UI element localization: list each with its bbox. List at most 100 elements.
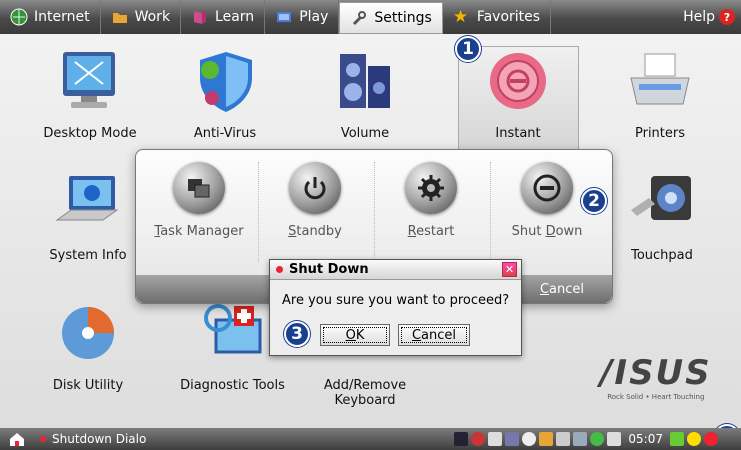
globe-icon: [10, 8, 28, 26]
mnemonic: D: [545, 224, 556, 239]
item-label: Desktop Mode: [43, 126, 137, 141]
button-label: tandby: [296, 224, 342, 239]
disk-utility-item[interactable]: Disk Utility: [38, 300, 138, 393]
item-label: Disk Utility: [52, 378, 124, 393]
usb-icon[interactable]: [607, 432, 622, 446]
item-label-line2: Keyboard: [334, 393, 396, 408]
anti-virus-item[interactable]: Anti-Virus: [170, 48, 280, 141]
updates-icon[interactable]: [539, 432, 554, 446]
power-icon: [289, 162, 341, 214]
tab-work[interactable]: Work: [101, 0, 182, 34]
instant-item[interactable]: Instant: [468, 48, 568, 141]
divider: [490, 162, 491, 262]
cancel-label: ancel: [421, 327, 457, 343]
keyboard-layout-icon[interactable]: [454, 432, 469, 446]
tab-label: Favorites: [476, 9, 541, 25]
task-manager-button[interactable]: Task Manager: [144, 162, 254, 239]
brand-logo-text: /ISUS: [600, 353, 712, 393]
ok-label: K: [355, 327, 365, 343]
app-dot-icon: [40, 436, 46, 442]
tab-label: Internet: [34, 9, 90, 25]
top-tab-bar: Internet Work Learn Play Settings ★ Favo…: [0, 0, 741, 34]
desktop-mode-icon: [63, 52, 115, 108]
button-label: own: [555, 224, 583, 239]
desktop-icon[interactable]: [670, 432, 684, 446]
touchpad-item[interactable]: Touchpad: [612, 170, 712, 263]
button-label-prefix: Shut: [511, 224, 546, 239]
laptop-info-icon: [55, 176, 119, 221]
asus-logo: /ISUS Rock Solid • Heart Touching: [600, 353, 712, 401]
help-label: Help: [683, 9, 715, 25]
tab-label: Work: [134, 9, 171, 25]
panel-cancel-button[interactable]: Cancel: [540, 282, 584, 297]
system-info-item[interactable]: System Info: [38, 170, 138, 263]
shield-bug-icon: [200, 52, 252, 112]
diagnostic-icon: [203, 304, 261, 354]
wrench-icon: [353, 11, 367, 26]
cancel-label: ancel: [549, 282, 584, 297]
item-label: Volume: [340, 126, 390, 141]
volume-icon[interactable]: [522, 432, 537, 446]
gear-icon: [405, 162, 457, 214]
item-label-line1: Add/Remove: [323, 378, 407, 393]
tab-settings[interactable]: Settings: [339, 2, 443, 34]
power-tray-icon[interactable]: [704, 432, 718, 446]
wireless-icon[interactable]: [590, 432, 605, 446]
book-icon: [194, 11, 207, 24]
help-button[interactable]: Help ?: [683, 9, 741, 25]
speaker-icon: [340, 54, 390, 108]
button-label: ask Manager: [160, 224, 244, 239]
instant-off-icon: [490, 53, 546, 109]
tab-play[interactable]: Play: [265, 0, 340, 34]
brand-tagline: Rock Solid • Heart Touching: [607, 393, 705, 401]
tab-learn[interactable]: Learn: [181, 0, 266, 34]
cancel-button[interactable]: Cancel: [398, 324, 470, 346]
tab-label: Learn: [215, 9, 255, 25]
mnemonic: C: [411, 327, 422, 343]
tab-internet[interactable]: Internet: [0, 0, 101, 34]
item-label: Anti-Virus: [193, 126, 257, 141]
disk-pie-icon: [62, 307, 114, 359]
touchpad-icon: [631, 176, 691, 220]
ok-button[interactable]: OK: [320, 324, 390, 346]
battery-icon[interactable]: [488, 432, 503, 446]
network-icon[interactable]: [471, 432, 486, 446]
printer-icon: [630, 53, 690, 105]
desktop-mode-item[interactable]: Desktop Mode: [30, 48, 150, 141]
dialog-titlebar: Shut Down: [270, 260, 521, 280]
messenger-icon[interactable]: [556, 432, 571, 446]
display-icon[interactable]: [573, 432, 588, 446]
app-dot-icon: [276, 266, 283, 273]
add-remove-item[interactable]: Add/Remove Keyboard: [310, 378, 420, 408]
task-label: Shutdown Dialo: [52, 432, 147, 446]
home-icon[interactable]: [8, 430, 26, 448]
smiley-icon[interactable]: [687, 432, 701, 446]
item-label: Diagnostic Tools: [180, 378, 285, 393]
close-icon[interactable]: ✕: [502, 262, 517, 277]
disk-icon[interactable]: [505, 432, 520, 446]
tab-label: Settings: [374, 10, 432, 26]
game-icon: [277, 12, 292, 22]
mnemonic: C: [539, 282, 550, 297]
mnemonic: O: [345, 327, 356, 343]
taskbar: Shutdown Dialo 05:07: [0, 428, 741, 450]
clock: 05:07: [628, 432, 663, 446]
volume-item[interactable]: Volume: [315, 48, 415, 141]
item-label: Instant: [495, 126, 541, 141]
printers-item[interactable]: Printers: [610, 48, 710, 141]
divider: [374, 162, 375, 262]
folder-icon: [112, 13, 127, 23]
item-label: Touchpad: [631, 248, 693, 263]
taskbar-task[interactable]: Shutdown Dialo: [40, 432, 146, 446]
standby-button[interactable]: Standby: [260, 162, 370, 239]
dialog-message: Are you sure you want to proceed?: [282, 293, 510, 308]
system-tray: 05:07: [454, 432, 741, 446]
restart-button[interactable]: Restart: [376, 162, 486, 239]
star-icon: ★: [452, 7, 469, 27]
help-icon: ?: [719, 9, 735, 25]
button-label: estart: [416, 224, 455, 239]
tab-favorites[interactable]: ★ Favorites: [443, 0, 552, 34]
shut-down-icon: [521, 162, 573, 214]
divider: [258, 162, 259, 262]
item-label: System Info: [49, 248, 127, 263]
